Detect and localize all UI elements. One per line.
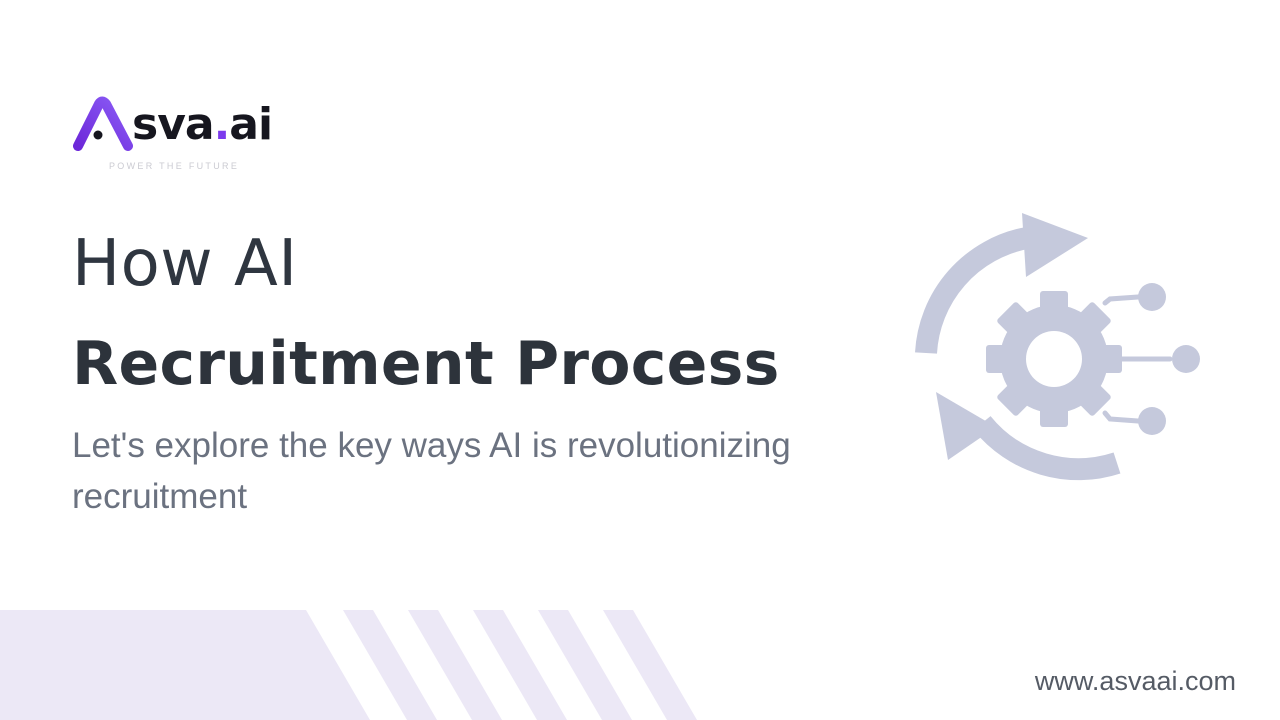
brand-logo: sva.ai POWER THE FUTURE xyxy=(72,94,292,174)
page-title-line2: Recruitment Process xyxy=(72,329,780,399)
cycle-arc-bottom xyxy=(973,415,1121,481)
arrow-head-bottom xyxy=(936,392,996,460)
automation-gear-cycle-icon xyxy=(915,213,1200,481)
logo-wordmark-prefix: sva xyxy=(132,99,215,150)
page-subtitle: Let's explore the key ways AI is revolut… xyxy=(72,426,791,516)
logo-wordmark-dot: . xyxy=(213,99,231,150)
website-link[interactable]: www.asvaai.com xyxy=(1035,663,1236,699)
logo-wordmark-suffix: ai xyxy=(229,99,273,150)
logo-tagline: POWER THE FUTURE xyxy=(109,161,240,171)
arrow-head-top xyxy=(1022,213,1088,277)
logo-wordmark: sva.ai xyxy=(132,94,273,156)
decorative-stripes xyxy=(0,610,697,720)
page-title-line1: How AI xyxy=(72,227,298,301)
logo-a-icon xyxy=(73,96,133,151)
gear-icon xyxy=(986,291,1122,427)
